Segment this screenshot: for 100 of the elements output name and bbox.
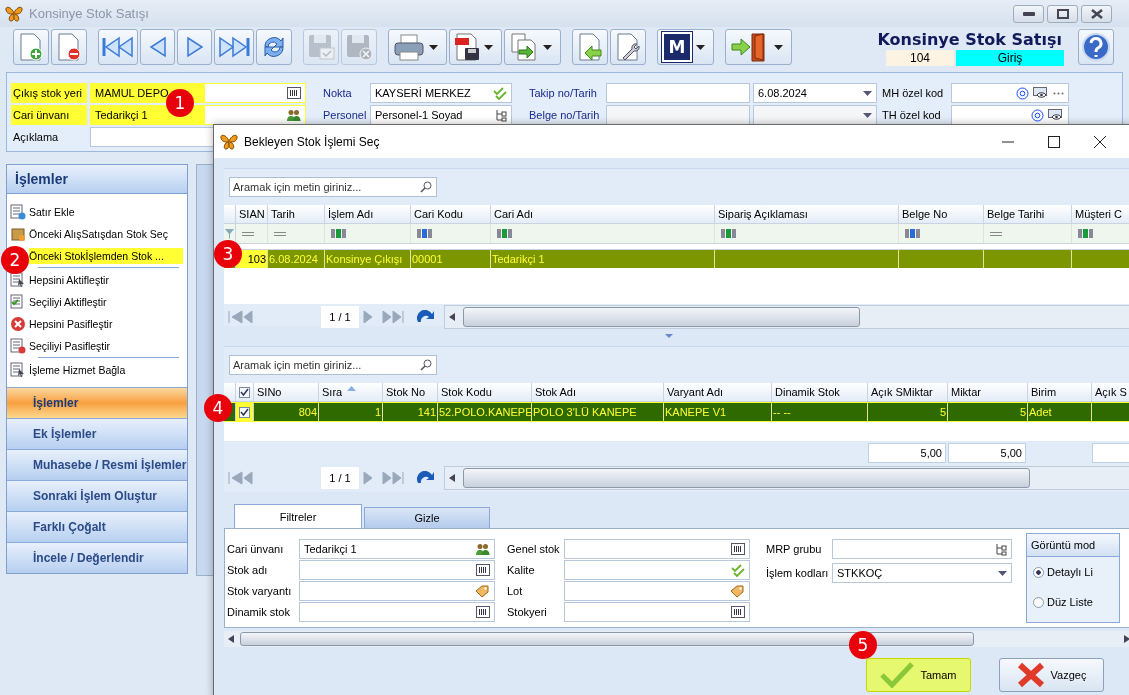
column-header[interactable]: Miktar — [948, 383, 1028, 401]
column-header[interactable]: Cari Adı — [491, 205, 715, 223]
column-header[interactable]: Sıra — [319, 383, 383, 401]
copy-documents-icon[interactable] — [509, 32, 539, 62]
caret-icon[interactable] — [863, 90, 872, 96]
radio-button[interactable] — [1033, 566, 1044, 578]
filter-field[interactable] — [299, 581, 495, 601]
horizontal-scrollbar[interactable] — [444, 305, 1129, 329]
group-tab[interactable]: Ek İşlemler — [7, 418, 187, 449]
filter-field[interactable] — [564, 539, 750, 559]
staff-field[interactable]: Personel-1 Soyad — [370, 105, 512, 125]
search-field[interactable]: Aramak için metin giriniz... — [229, 177, 437, 197]
filter-field[interactable] — [832, 539, 1012, 559]
close-button[interactable] — [1081, 4, 1112, 23]
text-filter-icon[interactable] — [417, 229, 433, 238]
print-button[interactable] — [388, 29, 447, 65]
text-filter-icon[interactable] — [497, 229, 513, 238]
column-header[interactable]: Sipariş Açıklaması — [715, 205, 899, 223]
column-header[interactable]: Stok No — [383, 383, 438, 401]
column-header[interactable]: SINo — [254, 383, 319, 401]
column-header[interactable]: Stok Adı — [532, 383, 664, 401]
column-header[interactable]: Cari Kodu — [411, 205, 491, 223]
list-icon[interactable] — [287, 87, 301, 99]
caret-icon[interactable] — [998, 570, 1007, 576]
radio-button[interactable] — [1033, 596, 1044, 608]
action-item[interactable]: Hepsini Pasifleştir — [10, 313, 187, 335]
column-header[interactable]: Müşteri C — [1072, 205, 1129, 223]
cancel-button[interactable]: Vazgeç — [999, 658, 1104, 692]
column-header[interactable]: Belge No — [899, 205, 984, 223]
search-field[interactable]: Aramak için metin giriniz... — [229, 355, 437, 375]
list-icon[interactable] — [476, 606, 490, 618]
people-icon[interactable] — [475, 542, 490, 556]
select-all-checkbox[interactable] — [239, 386, 250, 398]
text-filter-icon[interactable] — [1078, 229, 1094, 238]
filter-field[interactable] — [564, 581, 750, 601]
check-icon[interactable] — [493, 86, 507, 100]
equals-filter-icon[interactable] — [242, 230, 254, 237]
filter-field[interactable] — [299, 560, 495, 580]
group-tab[interactable]: Sonraki İşlem Oluştur — [7, 480, 187, 511]
column-header[interactable]: Açık S — [1092, 383, 1129, 401]
column-header[interactable]: Varyant Adı — [664, 383, 772, 401]
minimize-button[interactable] — [1013, 4, 1044, 23]
column-header[interactable]: SIAN — [236, 205, 268, 223]
tracking-number-field[interactable] — [606, 83, 750, 103]
tag-icon[interactable] — [730, 584, 745, 598]
logo-button[interactable]: M — [657, 29, 714, 65]
column-header[interactable]: Birim — [1028, 383, 1092, 401]
equals-filter-icon[interactable] — [274, 230, 286, 237]
filter-field[interactable] — [564, 602, 750, 622]
filter-field[interactable]: STKKOÇ — [832, 563, 1012, 583]
action-item[interactable]: Seçiliyi Pasifleştir — [10, 335, 187, 357]
eye-icon[interactable] — [1033, 87, 1049, 99]
printer-icon[interactable] — [393, 33, 425, 61]
column-header[interactable]: İşlem Adı — [325, 205, 411, 223]
filter-field[interactable] — [299, 602, 495, 622]
group-tab[interactable]: Farklı Çoğalt — [7, 511, 187, 542]
list-icon[interactable] — [731, 543, 745, 555]
filter-field[interactable]: Tedarikçi 1 — [299, 539, 495, 559]
action-item[interactable]: Seçiliyi Aktifleştir — [10, 291, 187, 313]
group-tab[interactable]: İncele / Değerlendir — [7, 542, 187, 573]
text-filter-icon[interactable] — [331, 229, 347, 238]
document-number-field[interactable] — [606, 105, 750, 125]
tab[interactable]: Filtreler — [234, 504, 362, 528]
maximize-icon[interactable] — [1048, 135, 1060, 148]
pdf-button[interactable] — [449, 29, 502, 65]
close-icon[interactable] — [1094, 135, 1106, 148]
tag-icon[interactable] — [475, 584, 490, 598]
check-icon[interactable] — [731, 563, 745, 577]
left-arrow-icon[interactable] — [449, 474, 455, 482]
search-icon[interactable] — [420, 181, 432, 193]
right-arrow-icon[interactable] — [1124, 635, 1129, 643]
row-checkbox[interactable] — [239, 406, 250, 418]
restore-button[interactable] — [1047, 4, 1078, 23]
copy-button[interactable] — [504, 29, 561, 65]
ok-button[interactable]: Tamam — [866, 658, 971, 692]
group-tab[interactable]: İşlemler — [7, 387, 187, 418]
text-filter-icon[interactable] — [721, 229, 737, 238]
more-icon[interactable] — [1053, 91, 1064, 95]
tree-icon[interactable] — [994, 542, 1007, 556]
group-tab[interactable]: Muhasebe / Resmi İşlemler — [7, 449, 187, 480]
text-filter-icon[interactable] — [905, 229, 921, 238]
point-field[interactable]: KAYSERİ MERKEZ — [370, 83, 512, 103]
search-icon[interactable] — [420, 359, 432, 371]
column-header[interactable]: Stok Kodu — [438, 383, 532, 401]
column-header[interactable]: Tarih — [268, 205, 325, 223]
list-icon[interactable] — [476, 564, 490, 576]
caret-icon[interactable] — [863, 112, 872, 118]
date-field[interactable]: 6.08.2024 — [753, 83, 877, 103]
help-button[interactable] — [1078, 29, 1114, 65]
people-icon[interactable] — [286, 108, 301, 122]
column-header[interactable]: Belge Tarihi — [984, 205, 1072, 223]
pdf-icon[interactable] — [454, 33, 480, 61]
left-arrow-icon[interactable] — [449, 313, 455, 321]
at-icon[interactable] — [1031, 108, 1044, 122]
splitter-icon[interactable] — [665, 334, 673, 338]
tree-icon[interactable] — [494, 108, 507, 122]
exit-button[interactable] — [725, 29, 792, 65]
left-arrow-icon[interactable] — [228, 635, 234, 643]
eye-icon[interactable] — [1048, 109, 1064, 121]
tab[interactable]: Gizle — [364, 507, 490, 528]
